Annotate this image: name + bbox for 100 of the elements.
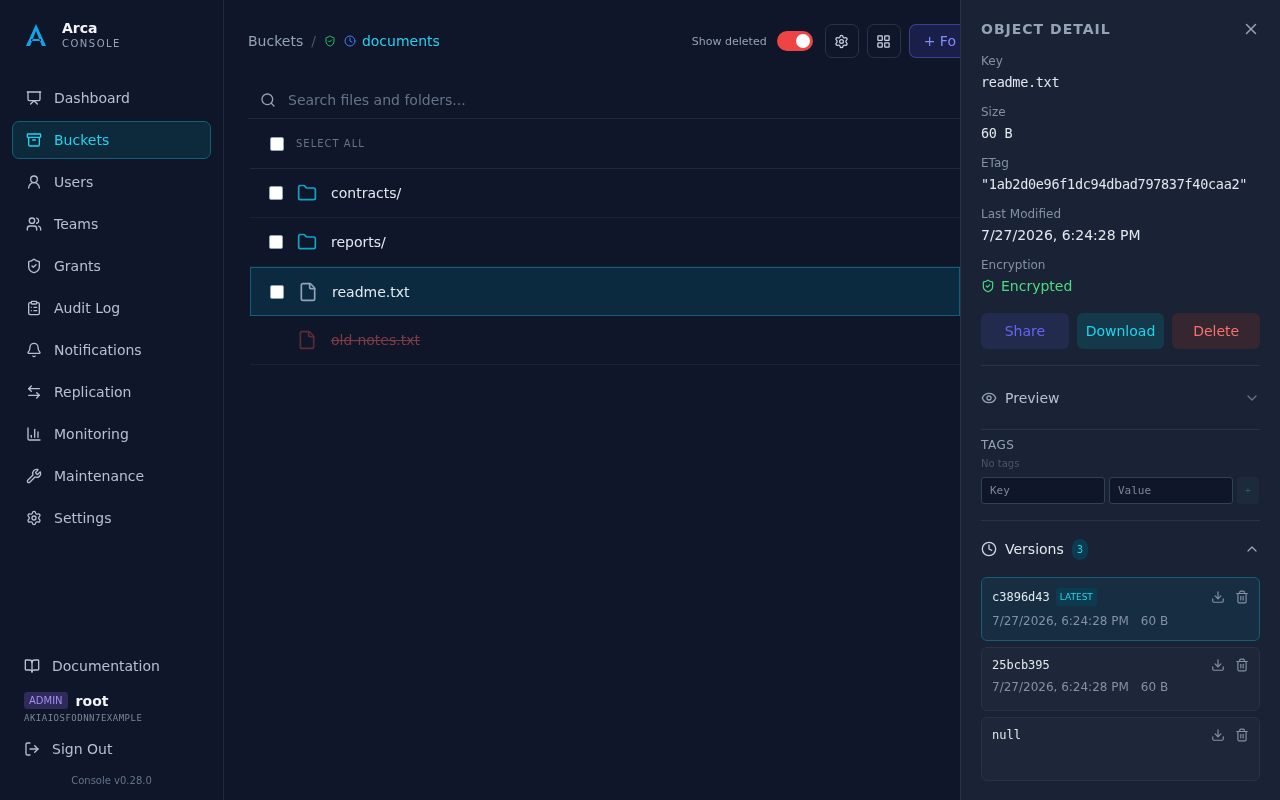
nav-item[interactable]: Dashboard <box>12 79 211 117</box>
book-icon <box>24 658 40 674</box>
shield-icon <box>323 35 336 47</box>
brand-name: Arca <box>62 20 99 36</box>
preview-toggle[interactable]: Preview <box>981 366 1260 430</box>
easel-icon <box>26 90 42 106</box>
access-key: AKIAIOSFODNN7EXAMPLE <box>12 709 211 723</box>
shield-icon <box>26 258 42 274</box>
tag-value-field[interactable]: Value <box>1109 477 1233 504</box>
version-text: Console v0.28.0 <box>70 775 153 786</box>
file-icon <box>298 281 318 302</box>
nav-item[interactable]: Notifications <box>12 331 211 369</box>
bucket-name: documents <box>361 33 440 49</box>
field-value: Encrypted <box>981 278 1260 294</box>
file-icon <box>297 330 317 350</box>
trash-icon[interactable] <box>1235 590 1249 604</box>
users-icon <box>26 216 42 232</box>
nav-item[interactable]: Users <box>12 163 211 201</box>
breadcrumb-link[interactable]: Buckets <box>248 33 304 49</box>
new-folder-button[interactable]: + Fo <box>908 24 960 58</box>
field-label: ETag <box>981 156 1010 170</box>
breadcrumb-separator: / <box>311 33 316 49</box>
row-checkbox[interactable] <box>269 186 283 200</box>
trash-icon[interactable] <box>1235 658 1249 672</box>
row-checkbox[interactable] <box>269 235 283 249</box>
bar-chart-icon <box>26 426 42 442</box>
row-checkbox[interactable] <box>270 284 284 299</box>
version-card[interactable]: c3896d43 LATEST 7/27/2026, 6:24:28 PM 60 B <box>981 577 1260 641</box>
field-label: Last Modified <box>981 207 1062 221</box>
download-icon[interactable] <box>1211 658 1225 672</box>
arrows-icon <box>26 384 42 400</box>
brand-subtitle: CONSOLE <box>62 38 121 49</box>
panel-title: OBJECT DETAIL <box>981 21 1111 37</box>
nav-item[interactable]: Audit Log <box>12 289 211 327</box>
nav-item[interactable]: Monitoring <box>12 415 211 453</box>
version-id: c3896d43 <box>992 590 1050 604</box>
search-field[interactable]: Search files and folders... <box>286 91 948 109</box>
settings-button[interactable] <box>824 24 859 58</box>
file-name: reports/ <box>331 234 386 250</box>
download-icon[interactable] <box>1211 728 1225 742</box>
version-count: 3 <box>1071 538 1089 560</box>
folder-icon <box>297 232 317 252</box>
select-all-checkbox[interactable] <box>270 136 284 151</box>
version-id: null <box>992 728 1021 742</box>
version-card[interactable]: 25bcb395 7/27/2026, 6:24:28 PM 60 B <box>981 647 1260 711</box>
folder-icon <box>297 183 317 203</box>
versions-toggle[interactable]: Versions 3 <box>981 521 1260 577</box>
user-icon <box>26 174 42 190</box>
file-name: contracts/ <box>331 185 402 201</box>
settings-icon <box>834 33 850 49</box>
documentation-link[interactable]: Documentation <box>12 658 211 674</box>
field-value: 7/27/2026, 6:24:28 PM <box>981 227 1142 243</box>
nav-item[interactable]: Replication <box>12 373 211 411</box>
version-size: 60 B <box>1140 614 1169 628</box>
delete-button[interactable]: Delete <box>1172 313 1260 349</box>
download-icon[interactable] <box>1211 590 1225 604</box>
version-size: 60 B <box>1140 680 1169 694</box>
download-button[interactable]: Download <box>1076 313 1165 349</box>
role-badge: ADMIN <box>24 692 68 709</box>
grid-view-button[interactable] <box>866 24 901 58</box>
field-label: Size <box>981 105 1007 119</box>
field-value: readme.txt <box>981 74 1061 90</box>
nav-item[interactable]: Grants <box>12 247 211 285</box>
file-name: readme.txt <box>332 283 410 300</box>
sign-out-icon <box>24 741 40 757</box>
show-deleted-toggle[interactable] <box>776 31 813 51</box>
search-icon <box>260 92 276 108</box>
wrench-icon <box>26 468 42 484</box>
file-row[interactable]: readme.txt <box>250 267 960 316</box>
field-label: Key <box>981 54 1004 68</box>
latest-badge: LATEST <box>1055 588 1097 606</box>
field-value: "1ab2d0e96f1dc94dbad797837f40caa2" <box>981 176 1249 192</box>
nav-item[interactable]: Teams <box>12 205 211 243</box>
tag-key-field[interactable]: Key <box>981 477 1105 504</box>
nav-item[interactable]: Settings <box>12 499 211 537</box>
clock-icon <box>981 541 997 557</box>
tags-title: TAGS <box>981 438 1016 452</box>
version-date: 7/27/2026, 6:24:28 PM <box>992 614 1129 628</box>
bell-icon <box>26 342 42 358</box>
field-label: Encryption <box>981 258 1047 272</box>
show-deleted-label: Show deleted <box>691 34 767 48</box>
file-row[interactable]: contracts/ <box>250 169 960 218</box>
shield-icon <box>981 279 995 293</box>
nav-item[interactable]: Maintenance <box>12 457 211 495</box>
version-date: 7/27/2026, 6:24:28 PM <box>992 680 1129 694</box>
select-all-label: SELECT ALL <box>296 138 365 149</box>
grid-icon <box>876 33 892 49</box>
file-name: old-notes.txt <box>331 332 420 348</box>
trash-icon[interactable] <box>1235 728 1249 742</box>
user-name: root <box>75 692 109 709</box>
field-value: 60 B <box>981 125 1014 141</box>
nav-item[interactable]: Buckets <box>12 121 211 159</box>
clipboard-icon <box>26 300 42 316</box>
logo-icon <box>24 22 48 47</box>
version-id: 25bcb395 <box>992 658 1050 672</box>
archive-icon <box>26 132 42 148</box>
sign-out-button[interactable]: Sign Out <box>12 741 211 757</box>
version-card[interactable]: null <box>981 717 1260 781</box>
settings-icon <box>26 510 42 526</box>
clock-icon <box>343 35 356 47</box>
